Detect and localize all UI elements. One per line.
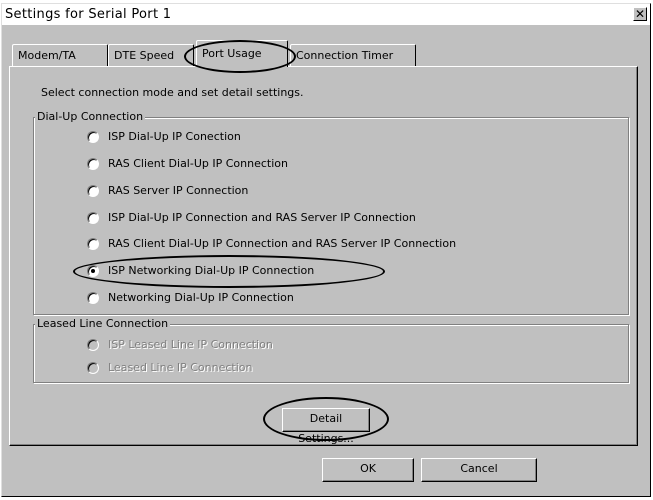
radio-button[interactable] [87, 185, 99, 197]
radio-button [87, 339, 99, 351]
button-label: Detail Settings... [298, 412, 354, 445]
window-title: Settings for Serial Port 1 [5, 7, 172, 22]
radio-button[interactable] [87, 212, 99, 224]
close-button[interactable]: ✕ [633, 7, 647, 21]
radio-label: RAS Server IP Connection [108, 184, 249, 197]
tab-modem-ta[interactable]: Modem/TA [12, 44, 108, 66]
tab-label: Port Usage [202, 47, 262, 60]
button-label: OK [360, 462, 376, 475]
radio-label: RAS Client Dial-Up IP Connection and RAS… [108, 237, 457, 250]
tab-dte-speed[interactable]: DTE Speed [108, 44, 194, 66]
radio-label: RAS Client Dial-Up IP Connection [108, 157, 288, 170]
tab-label: Modem/TA [18, 49, 76, 62]
radio-label: ISP Leased Line IP Connection [108, 338, 273, 351]
radio-button[interactable] [87, 292, 99, 304]
radio-button[interactable] [87, 238, 99, 250]
close-icon: ✕ [634, 7, 646, 21]
radio-label: Leased Line IP Connection [108, 361, 253, 374]
title-bar[interactable]: Settings for Serial Port 1 ✕ [2, 4, 650, 26]
instruction-text: Select connection mode and set detail se… [41, 86, 304, 99]
radio-button [87, 362, 99, 374]
tab-label: Connection Timer [296, 49, 394, 62]
radio-selected-dot [91, 269, 95, 273]
leased-line-connection-group [33, 324, 629, 383]
radio-button[interactable] [87, 131, 99, 143]
radio-button[interactable] [87, 265, 99, 277]
radio-button[interactable] [87, 158, 99, 170]
ok-button[interactable]: OK [322, 458, 414, 482]
cancel-button[interactable]: Cancel [421, 458, 537, 482]
radio-label: ISP Dial-Up IP Connection and RAS Server… [108, 211, 416, 224]
leased-group-label: Leased Line Connection [35, 317, 171, 330]
tab-label: DTE Speed [114, 49, 175, 62]
radio-label: Networking Dial-Up IP Connection [108, 291, 294, 304]
dialup-group-label: Dial-Up Connection [35, 110, 146, 123]
tab-port-usage[interactable]: Port Usage [196, 40, 288, 67]
radio-label: ISP Networking Dial-Up IP Connection [108, 264, 315, 277]
button-label: Cancel [460, 462, 498, 475]
radio-label: ISP Dial-Up IP Conection [108, 130, 241, 143]
tab-connection-timer[interactable]: Connection Timer [290, 44, 416, 66]
detail-settings-button[interactable]: Detail Settings... [282, 408, 370, 445]
